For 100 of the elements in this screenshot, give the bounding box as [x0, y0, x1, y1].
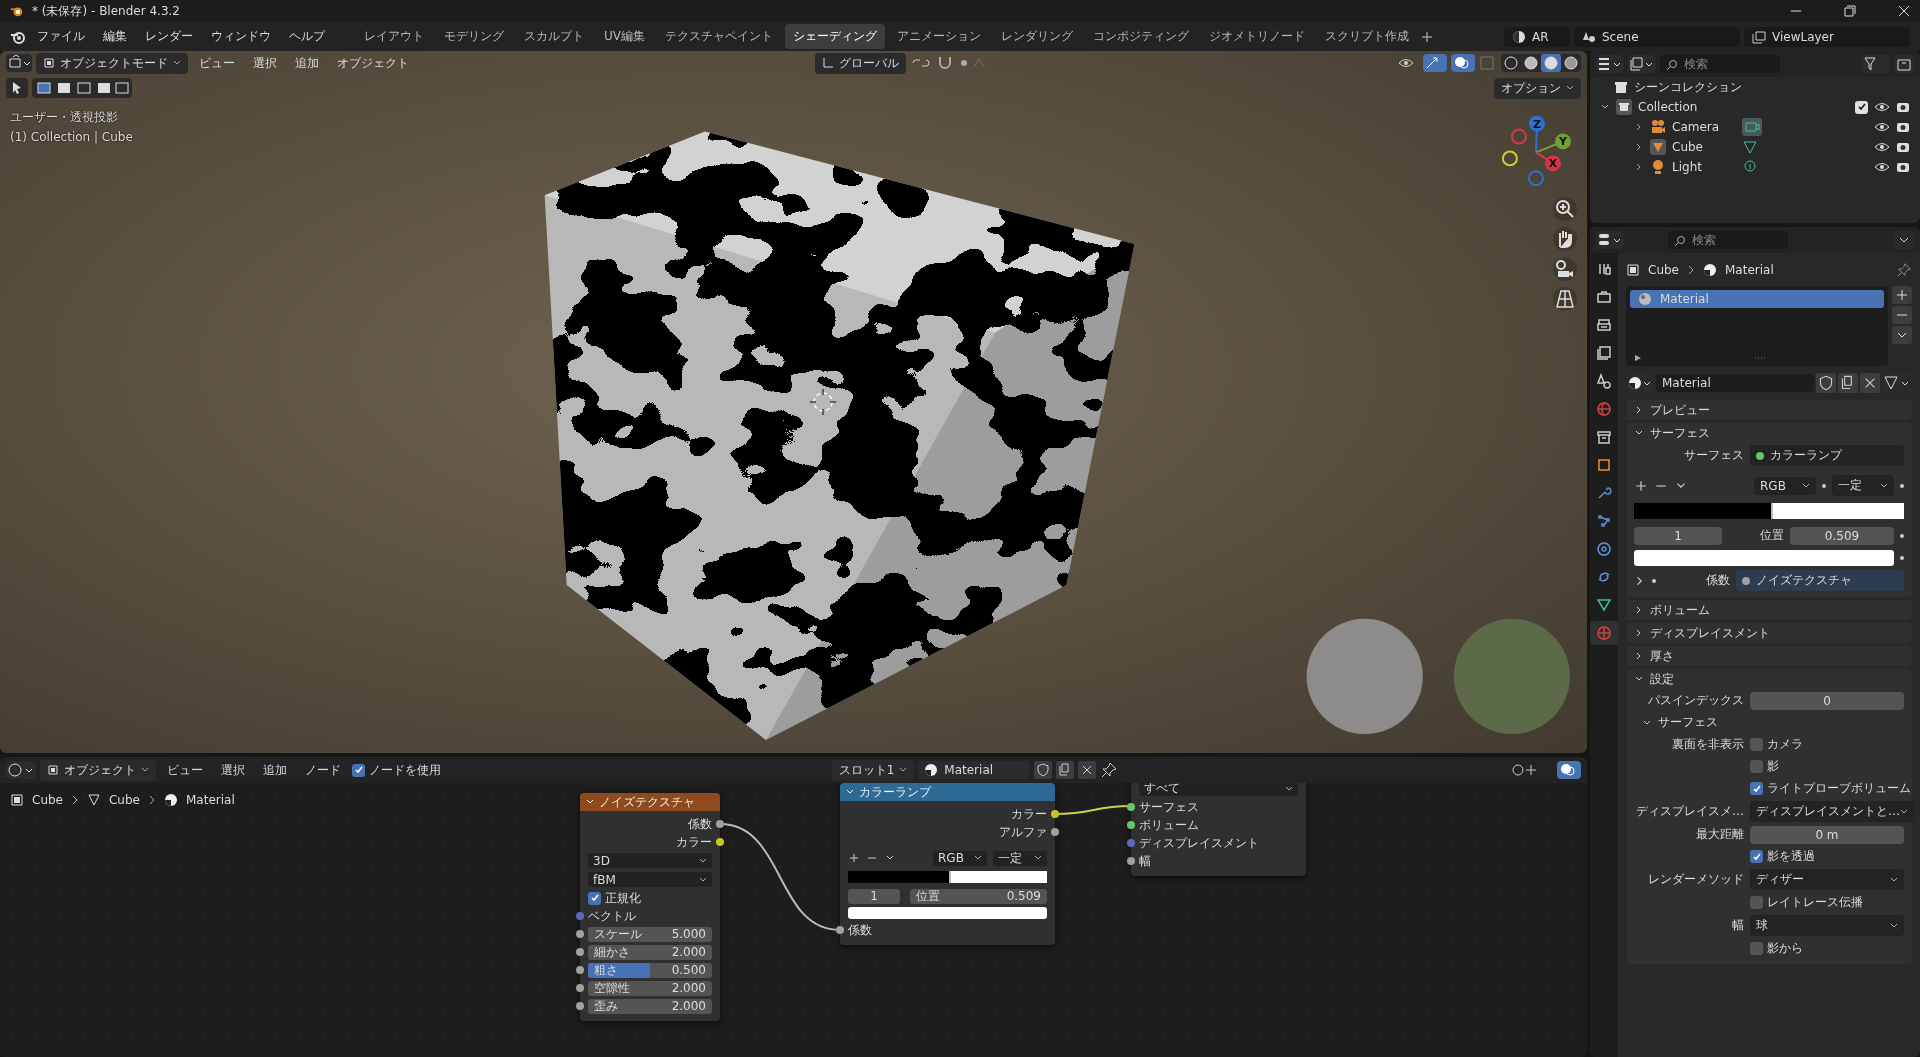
camera-data-icon[interactable] [1742, 118, 1762, 136]
socket-dot[interactable] [1127, 803, 1135, 811]
socket-dot[interactable] [576, 912, 584, 920]
wireframe-shading-icon[interactable] [1501, 54, 1521, 72]
workspace-tab[interactable]: レンダリング [993, 24, 1081, 49]
socket-dot[interactable] [576, 1002, 584, 1010]
view-layer-field[interactable]: ViewLayer [1744, 26, 1910, 47]
socket-dot[interactable] [576, 966, 584, 974]
image-stack-icon[interactable] [1628, 55, 1656, 73]
plus-icon[interactable] [1892, 286, 1912, 304]
editor-type-icon[interactable] [1596, 231, 1624, 249]
options-dropdown[interactable]: オプション [1494, 77, 1581, 99]
checkbox[interactable]: 影から [1750, 940, 1803, 957]
workspace-tab[interactable]: スカルプト [516, 24, 592, 49]
menu-item[interactable]: 選択 [214, 758, 252, 782]
selection-modes-icon[interactable] [32, 78, 132, 98]
socket-dot[interactable] [1127, 839, 1135, 847]
color-ramp-bar[interactable] [848, 871, 1047, 883]
panel-header[interactable]: ボリューム [1626, 600, 1912, 620]
menu-item[interactable]: 追加 [256, 758, 294, 782]
checkbox[interactable]: ライトプローブボリューム [1750, 780, 1911, 797]
stop-index-field[interactable]: 1 [1634, 526, 1722, 545]
position-field[interactable]: 位置 0.509 [910, 888, 1047, 904]
panel-header[interactable]: サーフェス [1626, 423, 1912, 443]
new-collection-icon[interactable] [1894, 55, 1914, 73]
bulb-outline-icon[interactable] [1742, 159, 1758, 175]
hand-icon[interactable] [1553, 227, 1577, 251]
dropdown[interactable]: ディザー [1750, 869, 1904, 890]
orientation-dropdown[interactable]: グローバル [815, 52, 906, 74]
copy-icon[interactable] [1056, 761, 1075, 779]
shield-icon[interactable] [1816, 373, 1836, 393]
node-header[interactable]: カラーランプ [840, 783, 1055, 801]
workspace-tab[interactable]: スクリプト作成 [1317, 24, 1417, 49]
socket-dot[interactable] [716, 838, 724, 846]
workspace-tab[interactable]: シェーディング [785, 24, 885, 49]
interpolation-dropdown[interactable]: 一定 [1832, 475, 1894, 496]
checkbox[interactable]: レイトレース伝播 [1750, 894, 1863, 911]
navigation-gizmo[interactable]: Z Y X [1501, 115, 1571, 187]
socket-dot[interactable] [576, 984, 584, 992]
exclude-checkbox[interactable] [1855, 100, 1868, 114]
value-field[interactable]: 粗さ 0.500 [588, 962, 712, 978]
socket-dot[interactable] [1051, 828, 1059, 836]
chevron-down-icon[interactable] [846, 788, 854, 796]
workspace-tab[interactable]: モデリング [436, 24, 512, 49]
slot-dropdown[interactable]: スロット1 [831, 759, 915, 781]
eye-icon[interactable] [1874, 161, 1890, 173]
editor-type-icon[interactable] [6, 761, 36, 779]
triangle-vertices-icon[interactable] [1742, 139, 1758, 155]
material-slot[interactable]: Material [1630, 290, 1884, 308]
chevron-down-icon[interactable] [1894, 231, 1914, 249]
pin-icon[interactable] [1100, 761, 1119, 779]
solid-shading-icon[interactable] [1521, 54, 1541, 72]
normalize-checkbox[interactable]: 正規化 [580, 889, 720, 907]
socket-dot[interactable] [576, 948, 584, 956]
material-field[interactable]: Material [918, 761, 1031, 779]
checkbox[interactable]: カメラ [1750, 736, 1803, 753]
workspace-tab[interactable]: UV編集 [596, 24, 653, 49]
keyframe-dot[interactable] [1652, 578, 1656, 583]
language-field[interactable]: AR [1504, 26, 1570, 47]
menu-item[interactable]: ヘルプ [282, 25, 332, 48]
camera-icon[interactable] [1553, 257, 1577, 281]
menu-item[interactable]: 編集 [96, 25, 134, 48]
color-ramp-bar[interactable] [1634, 503, 1904, 519]
search-field[interactable]: 検索 [1660, 55, 1780, 73]
display-mode-icon[interactable] [1596, 55, 1624, 73]
menu-item[interactable]: ビュー [160, 758, 210, 782]
surface-shader-field[interactable]: カラーランプ [1750, 445, 1904, 466]
menu-item[interactable]: オブジェクト [330, 51, 416, 75]
factor-input-field[interactable]: ノイズテクスチャ [1736, 570, 1904, 591]
keyframe-dot[interactable] [1900, 533, 1904, 538]
socket-dot[interactable] [1127, 821, 1135, 829]
play-icon[interactable] [1634, 354, 1642, 362]
plus-icon[interactable] [848, 852, 860, 864]
menu-item[interactable]: ファイル [30, 25, 92, 48]
socket-dot[interactable] [576, 930, 584, 938]
panel-header[interactable]: ディスプレイスメント [1626, 623, 1912, 643]
camera-icon[interactable] [1896, 141, 1910, 153]
tree-item[interactable]: Camera [1672, 120, 1736, 134]
menu-item[interactable]: レンダー [138, 25, 200, 48]
keyframe-dot[interactable] [1900, 555, 1904, 560]
socket-dot[interactable] [1127, 857, 1135, 865]
dropdown[interactable]: ディスプレイスメントと… [1750, 801, 1914, 822]
copy-icon[interactable] [1838, 373, 1858, 393]
chevron-down-icon[interactable] [1892, 326, 1912, 344]
checkbox[interactable]: 影 [1750, 758, 1779, 775]
target-dropdown[interactable]: すべて [1139, 783, 1298, 796]
color-swatch[interactable] [1634, 549, 1894, 566]
color-mode-dropdown[interactable]: RGB [933, 850, 987, 866]
scene-field[interactable]: Scene [1574, 26, 1740, 47]
workspace-tab[interactable]: アニメーション [889, 24, 989, 49]
mode-dropdown[interactable]: オブジェクトモード [36, 52, 188, 74]
tree-item[interactable]: Light [1672, 160, 1736, 174]
number-field[interactable]: 0 m [1750, 825, 1904, 844]
value-field[interactable]: 歪み 2.000 [588, 998, 712, 1014]
panel-header[interactable]: プレビュー [1626, 400, 1912, 420]
value-field[interactable]: スケール 5.000 [588, 926, 712, 942]
panel-header[interactable]: 厚さ [1626, 646, 1912, 666]
plus-icon[interactable] [1634, 478, 1648, 493]
panel-header[interactable]: 設定 [1626, 669, 1912, 689]
camera-icon[interactable] [1896, 121, 1910, 133]
